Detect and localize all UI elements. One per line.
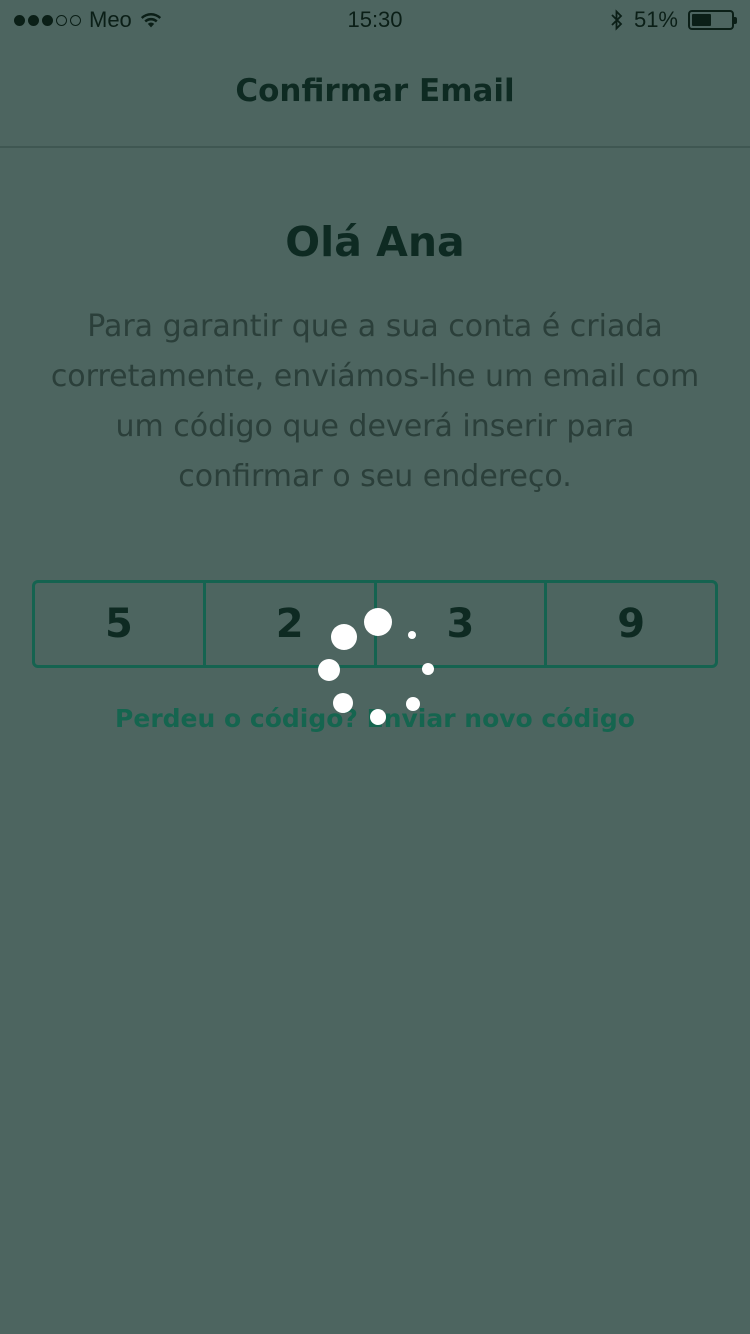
spinner-dot — [406, 697, 420, 711]
greeting-heading: Olá Ana — [285, 218, 465, 266]
spinner-dot — [422, 663, 434, 675]
loading-spinner-icon — [310, 600, 450, 740]
spinner-dot — [331, 624, 357, 650]
status-right: 51% — [610, 7, 737, 33]
battery-percent: 51% — [633, 7, 678, 32]
status-bar: Meo 15:30 51% — [0, 0, 750, 40]
code-digit-4[interactable]: 9 — [544, 583, 715, 665]
description-text: Para garantir que a sua conta é criada c… — [50, 309, 700, 494]
bluetooth-icon — [611, 9, 623, 31]
nav-title: Confirmar Email — [235, 73, 515, 109]
navigation-bar: Confirmar Email — [0, 40, 750, 148]
code-digit-1[interactable]: 5 — [35, 583, 203, 665]
spinner-dot — [408, 631, 416, 639]
spinner-dot — [318, 659, 340, 681]
battery-icon — [688, 10, 737, 30]
spinner-dot — [364, 608, 392, 636]
battery-fill — [692, 14, 712, 26]
spinner-dot — [370, 709, 386, 725]
spinner-dot — [333, 693, 353, 713]
